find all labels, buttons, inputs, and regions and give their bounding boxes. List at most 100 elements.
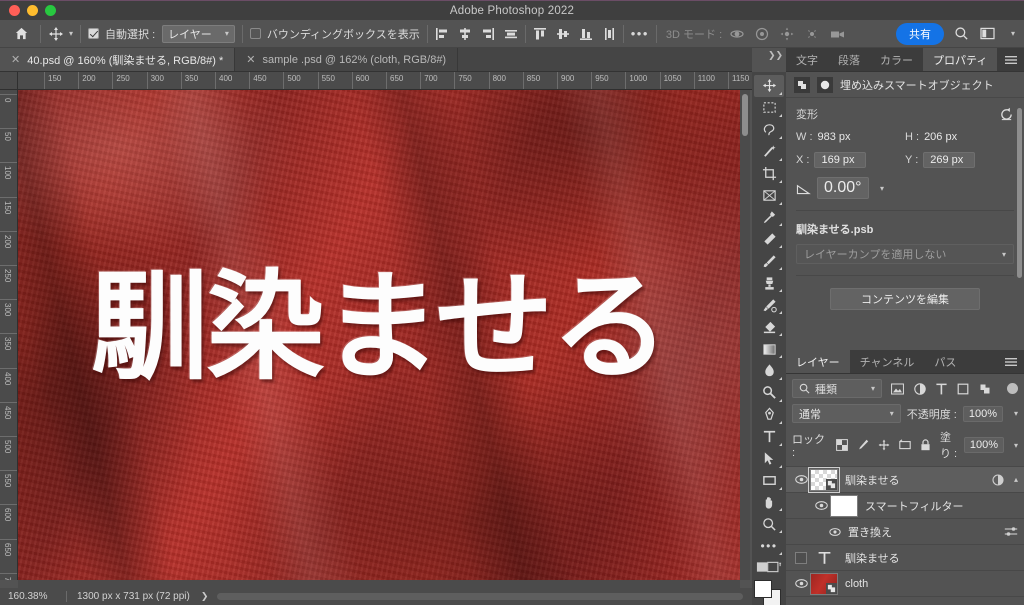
chevron-right-icon[interactable]: ❯ bbox=[201, 591, 209, 602]
history-brush-tool-icon[interactable] bbox=[754, 294, 784, 316]
zoom-tool-icon[interactable] bbox=[754, 513, 784, 535]
smart-object-filter-icon[interactable] bbox=[979, 383, 991, 395]
blend-mode-dropdown[interactable]: 通常 ▾ bbox=[792, 404, 901, 423]
rectangle-tool-icon[interactable] bbox=[754, 470, 784, 492]
roll-3d-icon[interactable] bbox=[755, 27, 769, 41]
home-icon[interactable] bbox=[14, 20, 29, 48]
panel-menu-icon[interactable] bbox=[1005, 350, 1024, 373]
angle-chevron-down-icon[interactable]: ▾ bbox=[880, 184, 884, 193]
document-tab-0[interactable]: ✕ 40.psd @ 160% (馴染ませる, RGB/8#) * bbox=[0, 48, 236, 71]
filter-visibility-toggle[interactable] bbox=[826, 527, 844, 537]
smart-filter-mask-thumbnail[interactable] bbox=[830, 494, 858, 517]
shape-filter-icon[interactable] bbox=[957, 383, 969, 395]
pixel-filter-icon[interactable] bbox=[891, 382, 904, 395]
type-filter-icon[interactable] bbox=[936, 383, 947, 395]
lock-image-icon[interactable] bbox=[857, 439, 869, 451]
canvas-vertical-scrollbar[interactable] bbox=[740, 90, 750, 580]
layer-visibility-toggle[interactable] bbox=[792, 474, 810, 485]
pen-tool-icon[interactable] bbox=[754, 404, 784, 426]
horizontal-ruler[interactable]: 150 200 250 300 350 400 450 500 550 600 650 700 750 8… bbox=[18, 72, 752, 90]
document-tab-1[interactable]: ✕ sample .psd @ 162% (cloth, RGB/8#) bbox=[235, 48, 459, 71]
tab-character[interactable]: 文字 bbox=[786, 48, 828, 71]
smart-filter-visibility-toggle[interactable] bbox=[812, 500, 830, 511]
zoom-level-field[interactable]: 160.38% bbox=[8, 591, 66, 602]
align-vertical-centers-icon[interactable] bbox=[556, 27, 570, 41]
type-layer-thumbnail[interactable] bbox=[810, 547, 838, 569]
orbit-3d-icon[interactable] bbox=[730, 27, 744, 41]
x-input[interactable]: 169 px bbox=[814, 152, 867, 168]
lasso-tool-icon[interactable] bbox=[754, 119, 784, 141]
auto-select-target-dropdown[interactable]: レイヤー ▾ bbox=[162, 24, 235, 43]
collapse-panels-icon[interactable]: ❯❯ bbox=[768, 50, 783, 61]
lock-artboard-icon[interactable] bbox=[899, 439, 911, 451]
angle-input[interactable]: 0.00° bbox=[817, 177, 869, 199]
brush-tool-icon[interactable] bbox=[754, 250, 784, 272]
move-tool-icon[interactable] bbox=[754, 75, 784, 97]
show-bounding-box-checkbox[interactable] bbox=[249, 20, 261, 48]
reset-icon[interactable] bbox=[999, 107, 1014, 121]
ruler-origin-corner[interactable] bbox=[0, 72, 18, 90]
slide-3d-icon[interactable] bbox=[805, 27, 819, 41]
align-right-edges-icon[interactable] bbox=[481, 27, 495, 41]
hand-tool-icon[interactable] bbox=[754, 492, 784, 514]
type-tool-icon[interactable] bbox=[754, 426, 784, 448]
layer-thumbnail[interactable] bbox=[808, 466, 840, 493]
close-icon[interactable]: ✕ bbox=[11, 53, 20, 66]
tab-layers[interactable]: レイヤー bbox=[786, 350, 850, 373]
edit-toolbar-icon[interactable]: ••• bbox=[754, 535, 784, 557]
crop-tool-icon[interactable] bbox=[754, 163, 784, 185]
lock-position-icon[interactable] bbox=[878, 439, 890, 451]
tab-properties[interactable]: プロパティ bbox=[923, 48, 998, 71]
layer-filter-type-dropdown[interactable]: 種類 ▾ bbox=[792, 379, 882, 398]
edit-contents-button[interactable]: コンテンツを編集 bbox=[830, 288, 980, 310]
clone-stamp-tool-icon[interactable] bbox=[754, 272, 784, 294]
workspace-chevron-down-icon[interactable]: ▾ bbox=[1011, 29, 1015, 38]
layer-visibility-toggle[interactable] bbox=[792, 578, 810, 589]
fill-chevron-down-icon[interactable]: ▾ bbox=[1014, 441, 1018, 450]
dodge-tool-icon[interactable] bbox=[754, 382, 784, 404]
layer-comp-dropdown[interactable]: レイヤーカンプを適用しない ▾ bbox=[796, 244, 1014, 264]
spot-healing-brush-tool-icon[interactable] bbox=[754, 228, 784, 250]
opacity-input[interactable]: 100% bbox=[962, 405, 1003, 422]
filter-toggle-icon[interactable] bbox=[1007, 383, 1018, 394]
pan-3d-icon[interactable] bbox=[780, 27, 794, 41]
status-scroll-track[interactable] bbox=[217, 593, 743, 600]
eyedropper-tool-icon[interactable] bbox=[754, 207, 784, 229]
camera-3d-icon[interactable] bbox=[830, 27, 846, 41]
search-icon[interactable] bbox=[954, 26, 969, 41]
layer-row-cloth[interactable]: cloth bbox=[786, 571, 1024, 597]
tab-color[interactable]: カラー bbox=[870, 48, 923, 71]
layer-visibility-toggle-off[interactable] bbox=[792, 551, 810, 564]
quick-mask-icon[interactable] bbox=[754, 557, 784, 576]
path-selection-tool-icon[interactable] bbox=[754, 448, 784, 470]
width-value[interactable]: 983 px bbox=[818, 131, 851, 143]
more-options-icon[interactable]: ••• bbox=[631, 27, 649, 40]
canvas-horizontal-scrollbar[interactable] bbox=[18, 580, 740, 588]
filter-settings-icon[interactable] bbox=[1004, 526, 1018, 538]
align-horizontal-centers-icon[interactable] bbox=[458, 27, 472, 41]
align-left-edges-icon[interactable] bbox=[435, 27, 449, 41]
vertical-ruler[interactable]: 0 50 100 150 200 250 300 350 400 450 500 550 600 650 7… bbox=[0, 90, 18, 580]
layer-row-smart-filter-displace[interactable]: 置き換え bbox=[786, 519, 1024, 545]
tab-paths[interactable]: パス bbox=[924, 350, 966, 373]
lock-transparency-icon[interactable] bbox=[836, 439, 848, 451]
chevron-up-icon[interactable]: ▴ bbox=[1014, 475, 1018, 484]
tab-paragraph[interactable]: 段落 bbox=[828, 48, 870, 71]
share-button[interactable]: 共有 bbox=[895, 22, 944, 45]
opacity-chevron-down-icon[interactable]: ▾ bbox=[1014, 409, 1018, 418]
panel-menu-icon[interactable] bbox=[1005, 48, 1024, 71]
document-canvas[interactable]: 馴染ませる bbox=[18, 90, 740, 580]
scrollbar-thumb[interactable] bbox=[742, 94, 748, 136]
align-top-edges-icon[interactable] bbox=[533, 27, 547, 41]
gradient-tool-icon[interactable] bbox=[754, 338, 784, 360]
layer-row-smart-object[interactable]: 馴染ませる ▴ bbox=[786, 466, 1024, 493]
fill-input[interactable]: 100% bbox=[963, 437, 1004, 453]
adjustment-filter-icon[interactable] bbox=[914, 382, 926, 395]
rectangular-marquee-tool-icon[interactable] bbox=[754, 97, 784, 119]
properties-scrollbar-thumb[interactable] bbox=[1017, 108, 1022, 278]
eraser-tool-icon[interactable] bbox=[754, 316, 784, 338]
y-input[interactable]: 269 px bbox=[923, 152, 976, 168]
smart-filter-badge-icon[interactable] bbox=[992, 473, 1004, 486]
frame-tool-icon[interactable] bbox=[754, 185, 784, 207]
magic-wand-tool-icon[interactable] bbox=[754, 141, 784, 163]
